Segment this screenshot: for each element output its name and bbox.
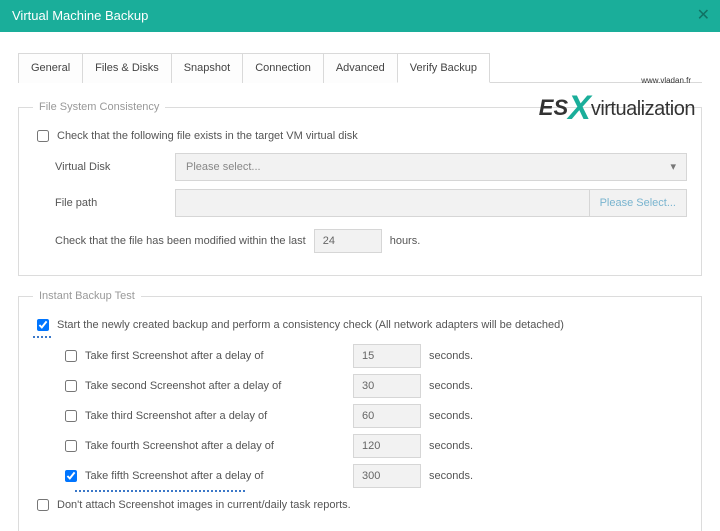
label-virtual-disk: Virtual Disk bbox=[55, 161, 175, 173]
input-shot-5[interactable]: 300 bbox=[353, 464, 421, 488]
label-seconds-1: seconds. bbox=[429, 350, 473, 362]
label-shot-1: Take first Screenshot after a delay of bbox=[85, 350, 345, 362]
tab-files-disks[interactable]: Files & Disks bbox=[82, 53, 172, 83]
logo-x: X bbox=[568, 89, 591, 127]
chevron-down-icon: ▾ bbox=[670, 154, 676, 180]
btn-file-path-select[interactable]: Please Select... bbox=[589, 190, 686, 216]
label-seconds-3: seconds. bbox=[429, 410, 473, 422]
input-shot-2[interactable]: 30 bbox=[353, 374, 421, 398]
input-hours[interactable]: 24 bbox=[314, 229, 382, 253]
tab-verify-backup[interactable]: Verify Backup bbox=[397, 53, 490, 83]
close-icon[interactable]: ✕ bbox=[697, 0, 710, 32]
select-virtual-disk[interactable]: Please select... ▾ bbox=[175, 153, 687, 181]
select-virtual-disk-value: Please select... bbox=[186, 154, 261, 180]
chk-start-backup-label: Start the newly created backup and perfo… bbox=[57, 319, 564, 331]
chk-no-attach-label: Don't attach Screenshot images in curren… bbox=[57, 499, 351, 511]
label-seconds-4: seconds. bbox=[429, 440, 473, 452]
fieldset-instant-backup-test: Instant Backup Test Start the newly crea… bbox=[18, 290, 702, 531]
chk-shot-4[interactable] bbox=[65, 440, 77, 452]
input-shot-1[interactable]: 15 bbox=[353, 344, 421, 368]
chk-shot-2[interactable] bbox=[65, 380, 77, 392]
chk-shot-3[interactable] bbox=[65, 410, 77, 422]
chk-shot-5[interactable] bbox=[65, 470, 77, 482]
tab-general[interactable]: General bbox=[18, 53, 83, 83]
label-shot-5: Take fifth Screenshot after a delay of bbox=[85, 470, 345, 482]
chk-shot-1[interactable] bbox=[65, 350, 77, 362]
logo-es: ES bbox=[539, 95, 568, 120]
logo-rest: virtualization bbox=[591, 98, 695, 120]
window-title: Virtual Machine Backup bbox=[12, 8, 148, 23]
fieldset-file-system-consistency: File System Consistency Check that the f… bbox=[18, 101, 702, 276]
label-seconds-5: seconds. bbox=[429, 470, 473, 482]
tab-connection[interactable]: Connection bbox=[242, 53, 324, 83]
tab-snapshot[interactable]: Snapshot bbox=[171, 53, 243, 83]
underline-annotation-2 bbox=[75, 490, 245, 492]
chk-start-backup[interactable] bbox=[37, 319, 49, 331]
legend-fs: File System Consistency bbox=[33, 101, 165, 113]
label-modified-post: hours. bbox=[390, 235, 421, 247]
input-shot-3[interactable]: 60 bbox=[353, 404, 421, 428]
label-shot-2: Take second Screenshot after a delay of bbox=[85, 380, 345, 392]
titlebar: Virtual Machine Backup ✕ bbox=[0, 0, 720, 32]
logo: www.vladan.fr ESXvirtualization bbox=[495, 76, 695, 124]
label-file-path: File path bbox=[55, 197, 175, 209]
label-seconds-2: seconds. bbox=[429, 380, 473, 392]
tab-advanced[interactable]: Advanced bbox=[323, 53, 398, 83]
legend-ibt: Instant Backup Test bbox=[33, 290, 141, 302]
chk-no-attach[interactable] bbox=[37, 499, 49, 511]
input-shot-4[interactable]: 120 bbox=[353, 434, 421, 458]
input-file-path[interactable]: Please Select... bbox=[175, 189, 687, 217]
logo-url: www.vladan.fr bbox=[495, 76, 691, 85]
chk-file-exists[interactable] bbox=[37, 130, 49, 142]
underline-annotation-1 bbox=[33, 336, 51, 338]
label-modified-pre: Check that the file has been modified wi… bbox=[55, 235, 306, 247]
chk-file-exists-label: Check that the following file exists in … bbox=[57, 130, 358, 142]
label-shot-3: Take third Screenshot after a delay of bbox=[85, 410, 345, 422]
label-shot-4: Take fourth Screenshot after a delay of bbox=[85, 440, 345, 452]
